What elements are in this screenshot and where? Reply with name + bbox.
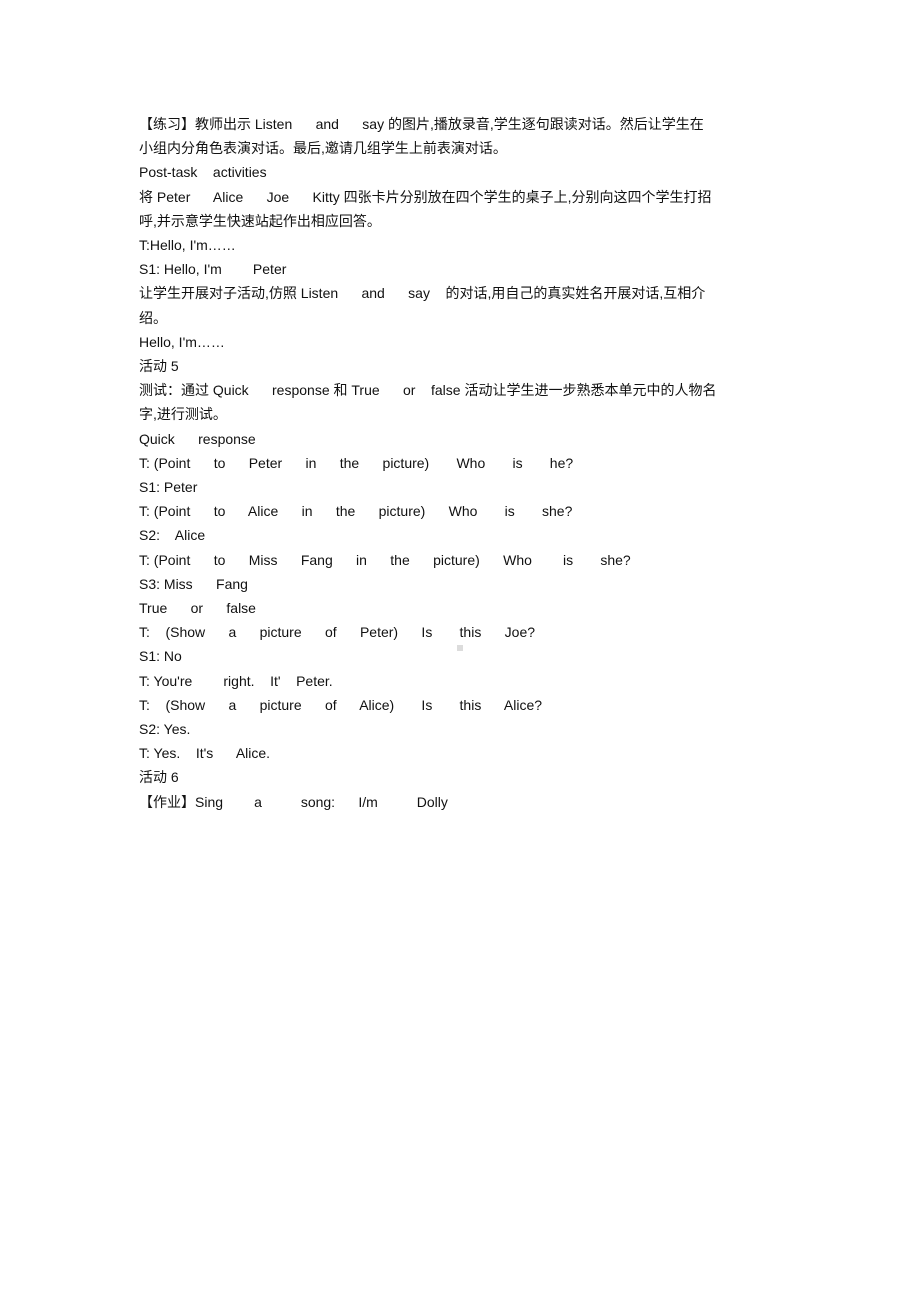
practice-paragraph-line-2: 小组内分角色表演对话。最后,邀请几组学生上前表演对话。 bbox=[139, 140, 507, 157]
dialogue-line: T: (Show a picture of Alice) Is this Ali… bbox=[139, 696, 543, 713]
dialogue-line: S1: Hello, I'm Peter bbox=[139, 261, 287, 278]
dialogue-line: S1: Peter bbox=[139, 479, 198, 496]
dialogue-line: S2: Yes. bbox=[139, 721, 191, 738]
true-or-false-heading: True or false bbox=[139, 600, 256, 617]
activity-6-heading: 活动 6 bbox=[139, 769, 179, 786]
dialogue-line: S3: Miss Fang bbox=[139, 575, 248, 592]
dialogue-line: Hello, I'm…… bbox=[139, 333, 225, 350]
dialogue-line: T: (Point to Peter in the picture) Who i… bbox=[139, 454, 574, 471]
test-paragraph-line-2: 字,进行测试。 bbox=[139, 406, 227, 423]
quick-response-heading: Quick response bbox=[139, 430, 256, 447]
pair-activity-line-2: 绍。 bbox=[139, 309, 167, 326]
dialogue-line: T: You're right. It' Peter. bbox=[139, 672, 333, 689]
activity-5-heading: 活动 5 bbox=[139, 358, 179, 375]
practice-paragraph-line-1: 【练习】教师出示 Listen and say 的图片,播放录音,学生逐句跟读对… bbox=[139, 116, 704, 132]
grey-square-marker bbox=[457, 645, 463, 651]
dialogue-line: T: Yes. It's Alice. bbox=[139, 745, 271, 762]
dialogue-line: T:Hello, I'm…… bbox=[139, 237, 236, 254]
dialogue-line: T: (Point to Alice in the picture) Who i… bbox=[139, 503, 573, 520]
cards-paragraph-line-1: 将 Peter Alice Joe Kitty 四张卡片分别放在四个学生的桌子上… bbox=[139, 188, 712, 205]
dialogue-line: T: (Show a picture of Peter) Is this Joe… bbox=[139, 624, 536, 641]
post-task-heading: Post-task activities bbox=[139, 164, 267, 181]
test-paragraph-line-1: 测试：通过 Quick response 和 True or false 活动让… bbox=[139, 382, 717, 399]
dialogue-line: T: (Point to Miss Fang in the picture) W… bbox=[139, 551, 631, 568]
document-body: 【练习】教师出示 Listen and say 的图片,播放录音,学生逐句跟读对… bbox=[139, 112, 784, 814]
cards-paragraph-line-2: 呼,并示意学生快速站起作出相应回答。 bbox=[139, 212, 381, 229]
dialogue-line: S2: Alice bbox=[139, 527, 206, 544]
pair-activity-line-1: 让学生开展对子活动,仿照 Listen and say 的对话,用自己的真实姓名… bbox=[139, 285, 706, 302]
homework-line: 【作业】Sing a song: I/m Dolly bbox=[139, 793, 448, 810]
